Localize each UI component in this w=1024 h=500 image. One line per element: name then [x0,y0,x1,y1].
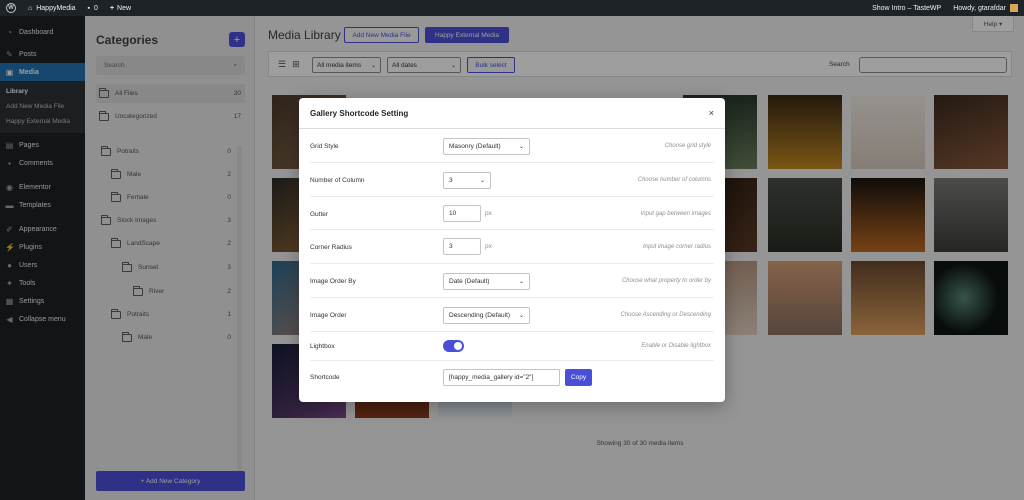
divider [310,331,714,332]
modal-title: Gallery Shortcode Setting [310,108,409,118]
gallery-shortcode-modal: Gallery Shortcode Setting × Grid Style M… [299,98,725,402]
lightbox-toggle[interactable] [443,340,464,352]
account-menu[interactable]: Howdy, gtarafdar [947,0,1024,16]
site-name-link[interactable]: ⌂ HappyMedia [22,0,82,16]
gutter-input[interactable]: 10 [443,205,481,222]
shortcode-field[interactable]: [happy_media_gallery id="2"] [443,369,560,386]
corner-radius-row: Corner Radius 3 px Input image corner ra… [299,237,725,257]
order-by-row: Image Order By Date (Default) ⌄ Choose wh… [299,271,725,291]
order-row: Image Order Descending (Default) ⌄ Choose… [299,305,725,325]
divider [310,162,714,163]
divider [310,196,714,197]
columns-row: Number of Column 3 ⌄ Choose number of col… [299,170,725,190]
corner-radius-input[interactable]: 3 [443,238,481,255]
order-select[interactable]: Descending (Default) ⌄ [443,306,530,324]
modal-header: Gallery Shortcode Setting × [299,98,725,129]
new-content-link[interactable]: + New [104,0,137,16]
close-icon[interactable]: × [709,108,714,118]
lightbox-row: Lightbox Enable or Disable lightbox [299,338,725,354]
divider [310,297,714,298]
grid-style-row: Grid Style Masonry (Default) ⌄ Choose gri… [299,136,725,156]
chevron-down-icon: ⌄ [479,177,485,184]
columns-select[interactable]: 3 ⌄ [443,171,491,189]
order-by-select[interactable]: Date (Default) ⌄ [443,272,530,290]
divider [310,263,714,264]
avatar [1010,4,1018,12]
copy-button[interactable]: Copy [565,369,592,386]
chevron-down-icon: ⌄ [518,312,524,319]
chevron-down-icon: ⌄ [518,278,524,285]
plus-icon: + [109,4,115,12]
admin-bar: W ⌂ HappyMedia ▪ 0 + New Show Intro – Taste… [0,0,1024,16]
comments-link[interactable]: ▪ 0 [82,0,104,16]
comment-icon: ▪ [87,4,91,12]
gutter-row: Gutter 10 px Input gap between images [299,204,725,224]
divider [310,229,714,230]
wordpress-icon: W [6,3,16,13]
chevron-down-icon: ⌄ [518,143,524,150]
shortcode-row: Shortcode [happy_media_gallery id="2"] C… [299,369,725,386]
home-icon: ⌂ [28,4,33,12]
divider [310,360,714,361]
grid-style-select[interactable]: Masonry (Default) ⌄ [443,137,530,155]
wordpress-logo[interactable]: W [0,0,22,16]
show-intro-link[interactable]: Show Intro – TasteWP [866,0,947,16]
